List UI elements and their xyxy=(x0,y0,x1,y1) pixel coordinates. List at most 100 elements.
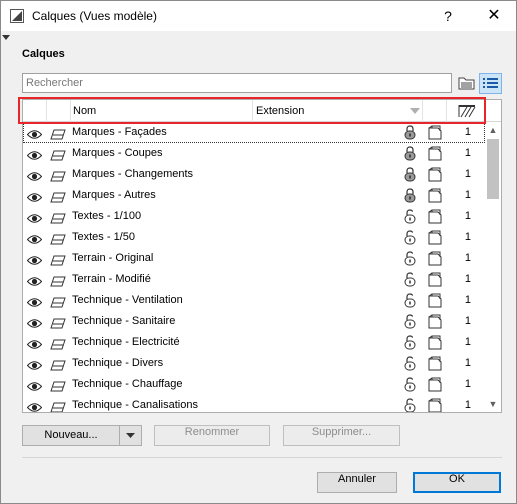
ok-button[interactable]: OK xyxy=(413,472,501,493)
lock-icon[interactable] xyxy=(404,167,416,182)
eye-icon[interactable] xyxy=(26,190,43,202)
new-layer-button[interactable]: Nouveau... xyxy=(22,425,142,446)
eye-icon[interactable] xyxy=(26,253,43,265)
delete-button[interactable]: Supprimer... xyxy=(283,425,400,446)
table-row[interactable]: Technique - Canalisations 1 xyxy=(23,395,485,412)
wireframe-icon[interactable] xyxy=(428,335,442,350)
intersection-group-number[interactable]: 1 xyxy=(455,227,471,248)
layer-icon[interactable] xyxy=(50,190,66,203)
lock-icon[interactable] xyxy=(404,146,416,161)
lock-icon[interactable] xyxy=(404,251,416,266)
eye-icon[interactable] xyxy=(26,148,43,160)
header-lock-column[interactable] xyxy=(423,100,447,122)
table-row[interactable]: Marques - Autres 1 xyxy=(23,185,485,206)
wireframe-icon[interactable] xyxy=(428,377,442,392)
wireframe-icon[interactable] xyxy=(428,188,442,203)
lock-icon[interactable] xyxy=(404,335,416,350)
collapse-arrow-icon[interactable] xyxy=(2,35,10,41)
intersection-group-number[interactable]: 1 xyxy=(455,206,471,227)
eye-icon[interactable] xyxy=(26,127,43,139)
wireframe-icon[interactable] xyxy=(428,314,442,329)
intersection-group-number[interactable]: 1 xyxy=(455,332,471,353)
header-type-column[interactable] xyxy=(47,100,71,122)
table-row[interactable]: Technique - Chauffage 1 xyxy=(23,374,485,395)
intersection-group-number[interactable]: 1 xyxy=(455,311,471,332)
close-button[interactable]: ✕ xyxy=(479,4,509,28)
intersection-group-number[interactable]: 1 xyxy=(455,395,471,412)
header-wireframe-column[interactable] xyxy=(447,100,485,122)
wireframe-icon[interactable] xyxy=(428,293,442,308)
intersection-group-number[interactable]: 1 xyxy=(455,122,471,143)
layer-icon[interactable] xyxy=(50,358,66,371)
wireframe-icon[interactable] xyxy=(428,398,442,412)
table-row[interactable]: Technique - Divers 1 xyxy=(23,353,485,374)
eye-icon[interactable] xyxy=(26,232,43,244)
layer-icon[interactable] xyxy=(50,148,66,161)
lock-icon[interactable] xyxy=(404,230,416,245)
wireframe-icon[interactable] xyxy=(428,146,442,161)
table-row[interactable]: Technique - Sanitaire 1 xyxy=(23,311,485,332)
intersection-group-number[interactable]: 1 xyxy=(455,269,471,290)
lock-icon[interactable] xyxy=(404,209,416,224)
wireframe-icon[interactable] xyxy=(428,272,442,287)
scroll-up-icon[interactable]: ▲ xyxy=(485,122,501,138)
lock-icon[interactable] xyxy=(404,293,416,308)
layer-icon[interactable] xyxy=(50,253,66,266)
scroll-thumb[interactable] xyxy=(487,139,499,199)
lock-icon[interactable] xyxy=(404,398,416,412)
header-visibility-column[interactable] xyxy=(23,100,47,122)
intersection-group-number[interactable]: 1 xyxy=(455,374,471,395)
eye-icon[interactable] xyxy=(26,316,43,328)
new-layer-dropdown[interactable] xyxy=(120,426,141,445)
intersection-group-number[interactable]: 1 xyxy=(455,143,471,164)
intersection-group-number[interactable]: 1 xyxy=(455,185,471,206)
eye-icon[interactable] xyxy=(26,358,43,370)
table-row[interactable]: Marques - Changements 1 xyxy=(23,164,485,185)
wireframe-icon[interactable] xyxy=(428,125,442,140)
cancel-button[interactable]: Annuler xyxy=(317,472,397,493)
table-row[interactable]: Marques - Façades 1 xyxy=(23,122,485,143)
search-input[interactable] xyxy=(22,73,452,93)
wireframe-icon[interactable] xyxy=(428,230,442,245)
eye-icon[interactable] xyxy=(26,400,43,412)
layer-icon[interactable] xyxy=(50,337,66,350)
help-button[interactable]: ? xyxy=(435,5,461,27)
lock-icon[interactable] xyxy=(404,188,416,203)
layer-icon[interactable] xyxy=(50,379,66,392)
table-row[interactable]: Technique - Ventilation 1 xyxy=(23,290,485,311)
folder-icon[interactable] xyxy=(457,74,477,93)
eye-icon[interactable] xyxy=(26,295,43,307)
lock-icon[interactable] xyxy=(404,314,416,329)
layer-icon[interactable] xyxy=(50,232,66,245)
list-view-button[interactable] xyxy=(479,73,502,94)
intersection-group-number[interactable]: 1 xyxy=(455,290,471,311)
table-row[interactable]: Terrain - Modifié 1 xyxy=(23,269,485,290)
lock-icon[interactable] xyxy=(404,272,416,287)
table-row[interactable]: Textes - 1/50 1 xyxy=(23,227,485,248)
layer-icon[interactable] xyxy=(50,211,66,224)
scroll-down-icon[interactable]: ▼ xyxy=(485,396,501,412)
layer-icon[interactable] xyxy=(50,127,66,140)
wireframe-icon[interactable] xyxy=(428,251,442,266)
eye-icon[interactable] xyxy=(26,379,43,391)
layer-icon[interactable] xyxy=(50,400,66,412)
new-layer-label[interactable]: Nouveau... xyxy=(23,426,119,445)
header-name-column[interactable]: Nom xyxy=(71,100,253,122)
wireframe-icon[interactable] xyxy=(428,209,442,224)
intersection-group-number[interactable]: 1 xyxy=(455,248,471,269)
layer-icon[interactable] xyxy=(50,316,66,329)
wireframe-icon[interactable] xyxy=(428,167,442,182)
eye-icon[interactable] xyxy=(26,274,43,286)
rename-button[interactable]: Renommer xyxy=(154,425,270,446)
lock-icon[interactable] xyxy=(404,356,416,371)
layer-icon[interactable] xyxy=(50,274,66,287)
vertical-scrollbar[interactable]: ▲ ▼ xyxy=(485,122,501,412)
layer-icon[interactable] xyxy=(50,169,66,182)
intersection-group-number[interactable]: 1 xyxy=(455,164,471,185)
table-row[interactable]: Terrain - Original 1 xyxy=(23,248,485,269)
table-row[interactable]: Marques - Coupes 1 xyxy=(23,143,485,164)
eye-icon[interactable] xyxy=(26,337,43,349)
wireframe-icon[interactable] xyxy=(428,356,442,371)
eye-icon[interactable] xyxy=(26,169,43,181)
table-row[interactable]: Textes - 1/100 1 xyxy=(23,206,485,227)
